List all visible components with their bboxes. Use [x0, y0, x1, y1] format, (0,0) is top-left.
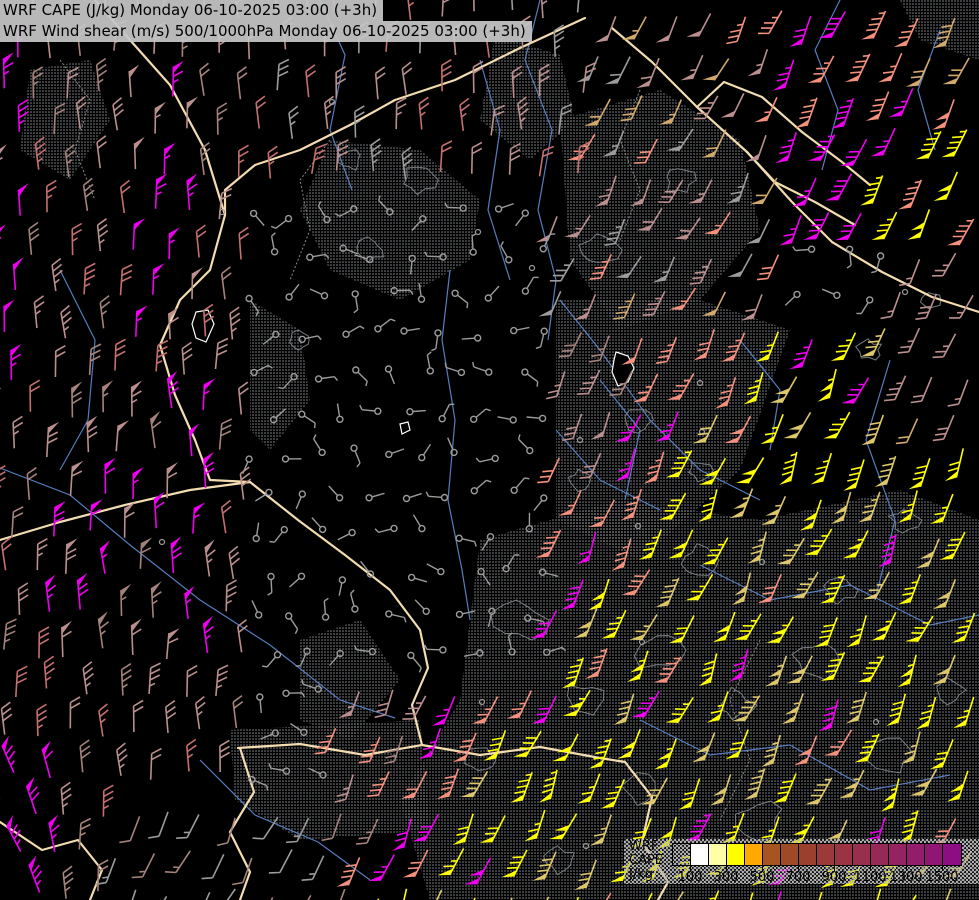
legend-tick-label: 1100 [853, 870, 887, 885]
legend-tick-label: 700 [785, 870, 811, 885]
legend-label-unit: J/kg [629, 867, 653, 882]
legend-cells [672, 843, 962, 866]
legend-tick-label: 1500 [925, 870, 959, 885]
legend-cell [835, 844, 853, 865]
legend-cell [745, 844, 763, 865]
title-line-cape: WRF CAPE (J/kg) Monday 06-10-2025 03:00 … [0, 0, 384, 21]
map-canvas [0, 0, 979, 900]
weather-map-page: WRF CAPE (J/kg) Monday 06-10-2025 03:00 … [0, 0, 979, 900]
legend-tick-label: 1300 [889, 870, 923, 885]
legend-label-wrf: WRF [629, 839, 659, 854]
legend-cell [799, 844, 817, 865]
legend-cell [871, 844, 889, 865]
legend-cell [781, 844, 799, 865]
title-line-windshear: WRF Wind shear (m/s) 500/1000hPa Monday … [0, 21, 532, 42]
legend-cell [943, 844, 961, 865]
legend-tick-label: 100 [677, 870, 703, 885]
legend-cell [853, 844, 871, 865]
legend-tick-label: 300 [713, 870, 739, 885]
legend-cell [763, 844, 781, 865]
legend-cell [673, 844, 691, 865]
legend-cell [709, 844, 727, 865]
legend-cell [727, 844, 745, 865]
weather-map-svg [0, 0, 979, 900]
legend-colorbar: 100 300 500 700 900 1100 1300 1500 [672, 843, 964, 885]
legend-cell [817, 844, 835, 865]
legend-cell [691, 844, 709, 865]
legend-cell [889, 844, 907, 865]
cape-legend: WRF CAPE J/kg 100 300 500 700 900 1100 1300 150… [624, 839, 979, 885]
legend-label-block: WRF CAPE J/kg [629, 840, 663, 882]
legend-label-cape: CAPE [629, 853, 664, 868]
legend-tick-label: 500 [749, 870, 775, 885]
legend-cell [907, 844, 925, 865]
title-overlay: WRF CAPE (J/kg) Monday 06-10-2025 03:00 … [0, 0, 532, 42]
legend-cell [925, 844, 943, 865]
legend-tick-label: 900 [821, 870, 847, 885]
